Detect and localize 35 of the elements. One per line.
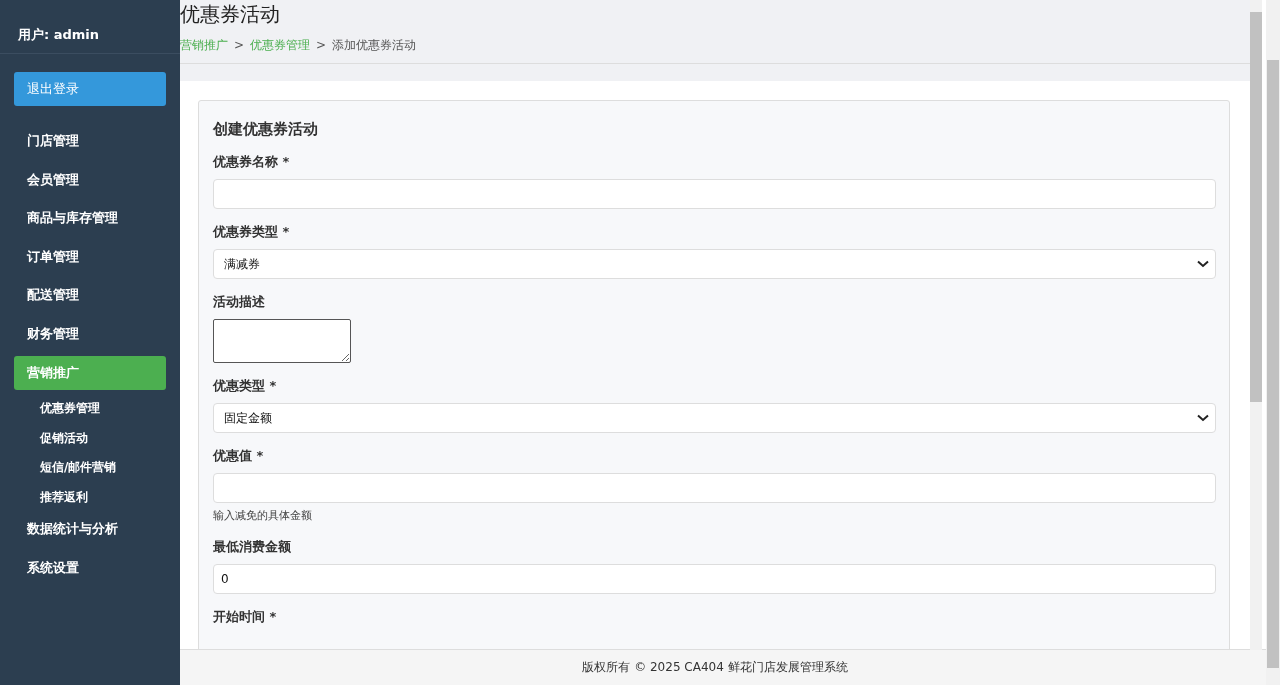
input-field[interactable]: 0 [213,564,1216,594]
sidebar-item[interactable]: 系统设置 [14,550,166,585]
page-title: 优惠券活动 [180,1,281,28]
sidebar-item[interactable]: 商品与库存管理 [14,201,166,236]
sidebar-subitem[interactable]: 短信/邮件营销 [0,453,180,483]
scrollbar[interactable] [1250,0,1262,650]
chevron-down-icon [1197,414,1209,422]
breadcrumb-separator: > [316,37,327,54]
field-label: 开始时间 * [213,608,278,626]
field-label: 优惠值 * [213,447,265,465]
sidebar-item[interactable]: 会员管理 [14,162,166,197]
sidebar-subitem[interactable]: 推荐返利 [0,482,180,513]
input-field[interactable] [213,473,1216,503]
breadcrumb-separator: > [234,37,245,54]
field-label: 最低消费金额 [213,538,292,556]
textarea-field[interactable] [213,319,351,363]
sidebar-item[interactable]: 订单管理 [14,239,166,274]
field-label: 优惠券类型 * [213,223,291,241]
form-title: 创建优惠券活动 [213,119,319,140]
select-dropdown[interactable]: 固定金额 [213,403,1216,433]
select-dropdown[interactable]: 满减券 [213,249,1216,279]
sidebar-item[interactable]: 数据统计与分析 [14,512,166,547]
sidebar-item[interactable]: 门店管理 [14,124,166,158]
sidebar-subitem[interactable]: 优惠券管理 [0,394,180,424]
sidebar-subitem[interactable]: 促销活动 [0,423,180,454]
sidebar-item[interactable]: 财务管理 [14,316,166,351]
field-label: 优惠类型 * [213,377,278,395]
field-label: 优惠券名称 * [213,153,291,171]
sidebar-item[interactable]: 配送管理 [14,278,166,313]
field-label: 活动描述 [213,293,266,311]
scrollbar[interactable] [1266,0,1280,685]
breadcrumb-current: 添加优惠券活动 [332,37,417,54]
chevron-down-icon [1197,260,1209,268]
field-hint: 输入减免的具体金额 [213,508,313,524]
input-field[interactable] [213,179,1216,209]
